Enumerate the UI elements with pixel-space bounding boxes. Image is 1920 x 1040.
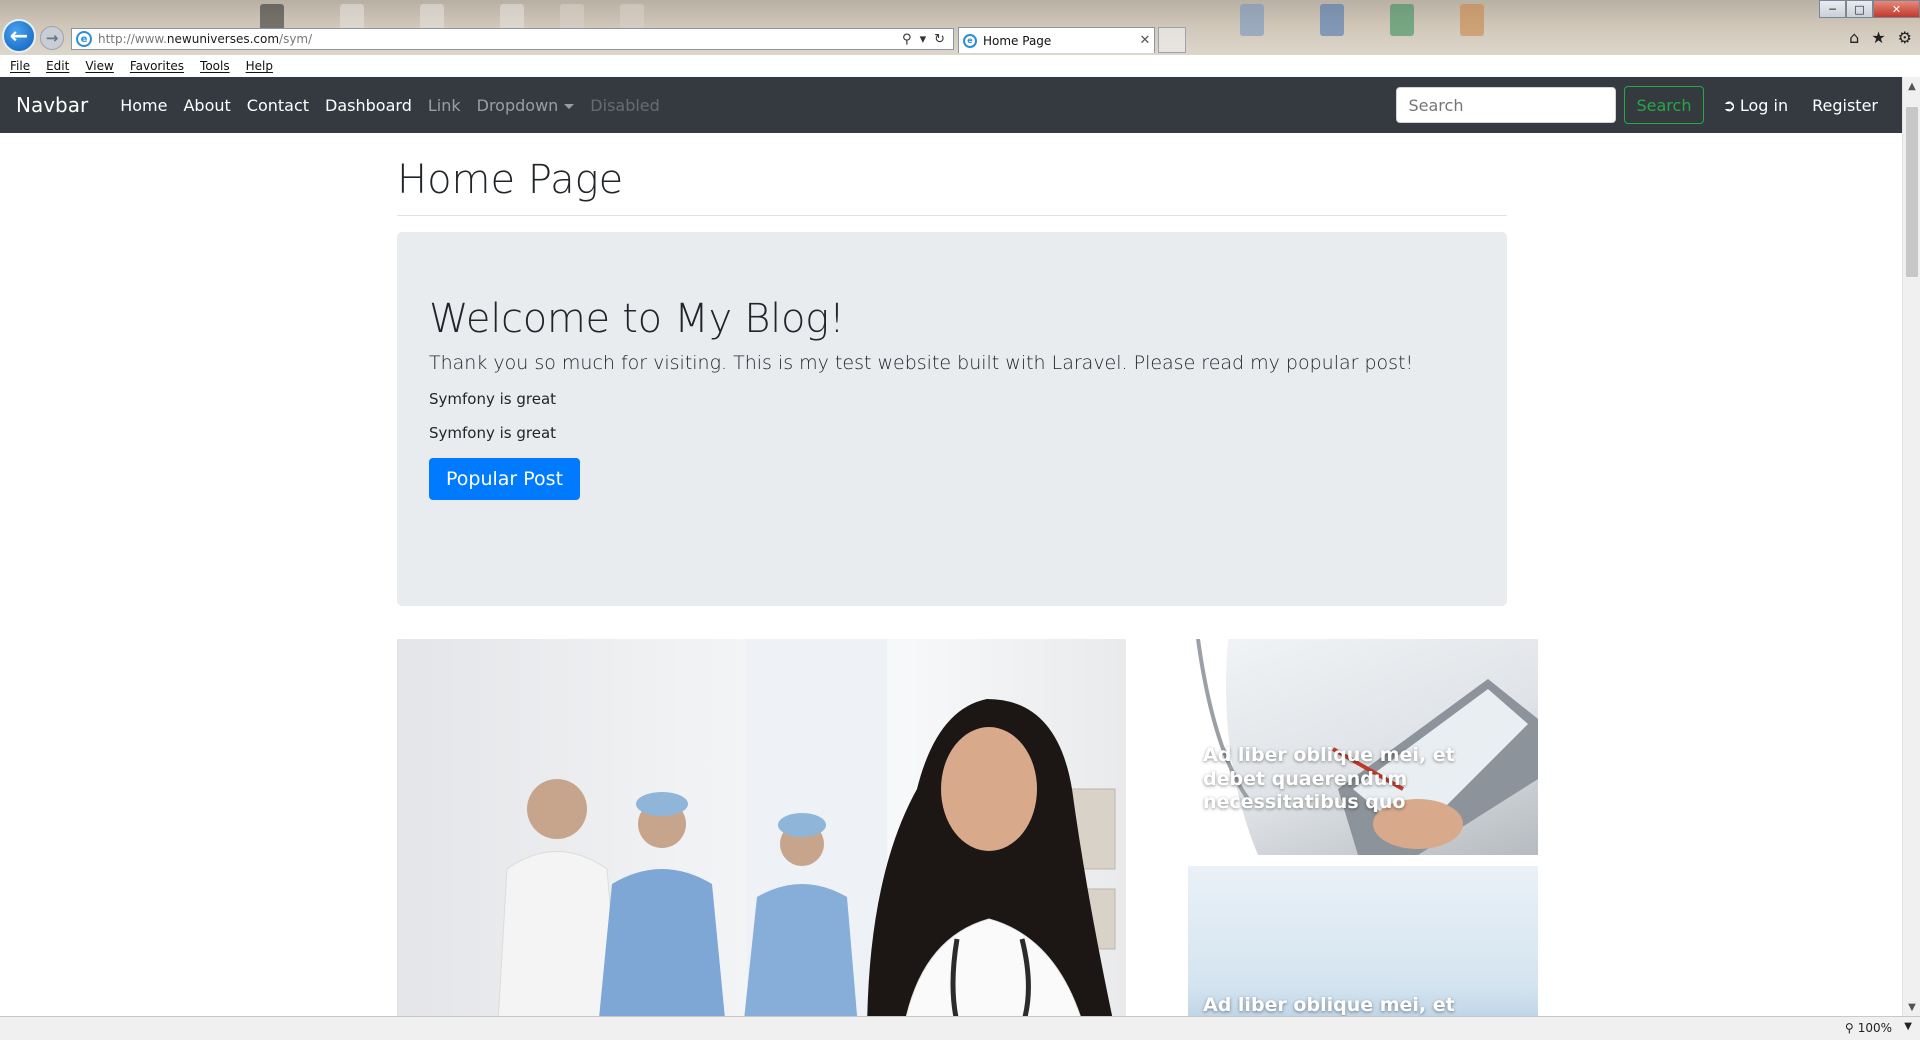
close-tab-icon[interactable]: ✕: [1136, 33, 1154, 48]
menu-tools[interactable]: Tools: [200, 59, 230, 73]
nav-about[interactable]: About: [175, 96, 238, 115]
chevron-down-icon[interactable]: ▾: [920, 32, 927, 47]
ie-page-icon: e: [76, 31, 92, 47]
nav-links: Home About Contact Dashboard Link Dropdo…: [112, 96, 668, 115]
nav-disabled: Disabled: [590, 95, 660, 115]
refresh-icon[interactable]: ↻: [934, 32, 945, 47]
url-host: newuniverses.com: [166, 32, 280, 46]
nav-link[interactable]: Link: [420, 96, 469, 115]
browser-tab[interactable]: e Home Page ✕: [958, 27, 1155, 53]
jumbotron-lead: Thank you so much for visiting. This is …: [429, 352, 1414, 374]
background-decoration: [1240, 4, 1264, 36]
maximize-button[interactable]: □: [1846, 0, 1873, 18]
menu-file[interactable]: File: [10, 59, 30, 73]
main-container: Home Page Welcome to My Blog! Thank you …: [397, 133, 1507, 606]
menu-bar: File Edit View Favorites Tools Help: [0, 55, 1920, 77]
background-decoration: [1460, 4, 1484, 36]
side-card-2-caption: Ad liber oblique mei, et debet: [1203, 994, 1455, 1016]
menu-view[interactable]: View: [85, 59, 113, 73]
popular-post-button[interactable]: Popular Post: [429, 458, 581, 500]
page-title: Home Page: [397, 157, 1507, 216]
back-button[interactable]: ←: [2, 19, 36, 53]
url-text[interactable]: http://www.newuniverses.com/sym/: [98, 32, 902, 46]
doctors-illustration: [497, 639, 1116, 1016]
ie-tab-icon: e: [963, 33, 977, 48]
scroll-up-icon[interactable]: ▲: [1903, 77, 1920, 95]
media-row: Ad liber oblique mei, et debet quaerendu…: [397, 639, 1539, 1016]
navbar-brand[interactable]: Navbar: [16, 93, 88, 117]
menu-edit[interactable]: Edit: [46, 59, 69, 73]
browser-toolbar-icons: ⌂ ★ ⚙: [1849, 28, 1912, 47]
gear-icon[interactable]: ⚙: [1898, 28, 1912, 47]
browser-chrome: ← → e http://www.newuniverses.com/sym/ ⚲…: [0, 0, 1920, 55]
minimize-button[interactable]: ─: [1819, 0, 1846, 18]
login-label: Log in: [1739, 95, 1789, 115]
window-controls: ─ □ ✕: [1819, 0, 1920, 18]
new-tab-button[interactable]: [1158, 27, 1186, 53]
search-input[interactable]: [1395, 87, 1616, 123]
url-prefix: http://www.: [98, 32, 167, 46]
register-link[interactable]: Register: [1812, 96, 1878, 115]
menu-favorites[interactable]: Favorites: [130, 59, 184, 73]
side-card-2[interactable]: Ad liber oblique mei, et debet: [1188, 866, 1538, 1016]
background-decoration: [1390, 4, 1414, 36]
arrow-left-icon: ←: [9, 23, 29, 49]
login-link[interactable]: ➲ Log in: [1722, 96, 1788, 115]
jumbotron-heading: Welcome to My Blog!: [429, 296, 845, 342]
side-card-1-caption: Ad liber oblique mei, et debet quaerendu…: [1203, 743, 1455, 814]
page-viewport: Navbar Home About Contact Dashboard Link…: [0, 77, 1902, 1016]
zoom-icon: ⚲: [1844, 1021, 1854, 1035]
search-icon[interactable]: ⚲: [902, 32, 912, 47]
nav-dropdown-label: Dropdown: [476, 95, 559, 115]
scroll-thumb[interactable]: [1906, 107, 1918, 277]
zoom-dropdown-icon[interactable]: ▼: [1904, 1021, 1912, 1032]
favorites-star-icon[interactable]: ★: [1871, 28, 1885, 47]
scroll-down-icon[interactable]: ▼: [1903, 998, 1920, 1016]
menu-help[interactable]: Help: [246, 59, 273, 73]
home-icon[interactable]: ⌂: [1849, 28, 1859, 47]
nav-home[interactable]: Home: [112, 96, 175, 115]
search-button[interactable]: Search: [1623, 86, 1705, 124]
jumbotron-text-2: Symfony is great: [429, 424, 557, 442]
side-card-1[interactable]: Ad liber oblique mei, et debet quaerendu…: [1188, 639, 1538, 855]
arrow-right-icon: →: [45, 29, 59, 47]
jumbotron-text-1: Symfony is great: [429, 390, 557, 408]
address-tools: ⚲ ▾ ↻: [902, 32, 953, 47]
nav-contact[interactable]: Contact: [239, 96, 317, 115]
nav-dropdown[interactable]: Dropdown: [469, 96, 583, 115]
hero-image-doctors[interactable]: [397, 639, 1126, 1016]
caret-down-icon: [564, 103, 575, 109]
tab-title: Home Page: [983, 33, 1052, 48]
site-navbar: Navbar Home About Contact Dashboard Link…: [0, 77, 1902, 133]
zoom-level: 100%: [1857, 1021, 1892, 1035]
zoom-control[interactable]: ⚲ 100%: [1845, 1021, 1892, 1035]
nav-dashboard[interactable]: Dashboard: [317, 96, 420, 115]
close-window-button[interactable]: ✕: [1873, 0, 1920, 18]
background-decoration: [1320, 4, 1344, 36]
navbar-right: Search ➲Log in Register: [1395, 86, 1887, 124]
jumbotron: Welcome to My Blog! Thank you so much fo…: [397, 232, 1507, 606]
sign-in-icon: ➲: [1722, 95, 1736, 115]
forward-button[interactable]: →: [40, 26, 64, 50]
url-path: /sym/: [279, 32, 313, 46]
address-bar[interactable]: e http://www.newuniverses.com/sym/ ⚲ ▾ ↻: [71, 28, 954, 50]
status-bar: ⚲ 100% ▼: [0, 1016, 1920, 1040]
vertical-scrollbar[interactable]: ▲ ▼: [1902, 77, 1920, 1016]
